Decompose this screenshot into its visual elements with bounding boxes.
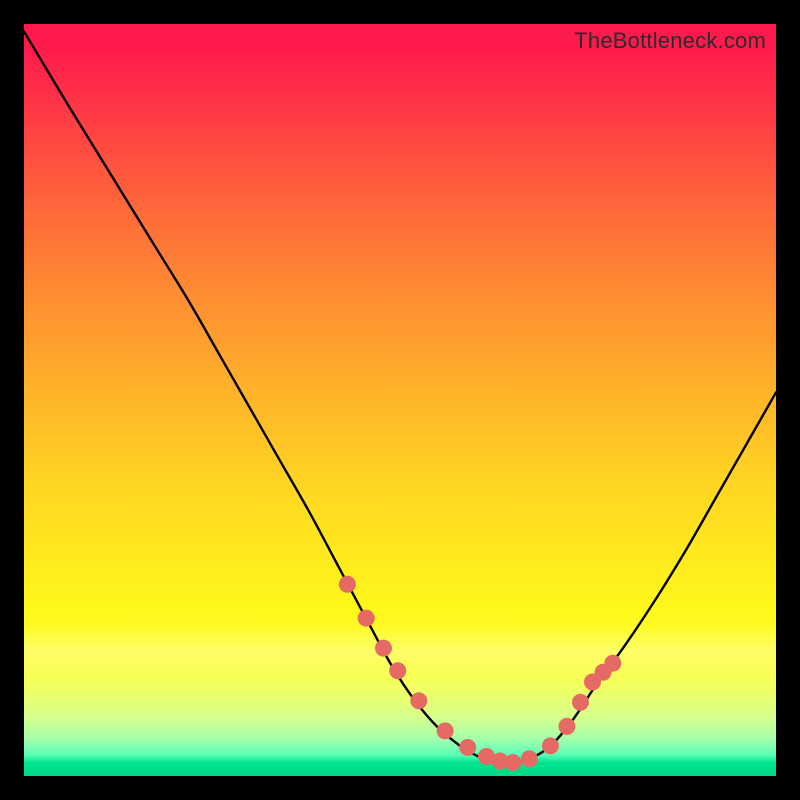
resolution-markers xyxy=(339,576,621,771)
marker-dot xyxy=(389,662,406,679)
chart-container: TheBottleneck.com xyxy=(0,0,800,800)
marker-dot xyxy=(358,610,375,627)
plot-area: TheBottleneck.com xyxy=(24,24,776,776)
marker-dot xyxy=(339,576,356,593)
marker-dot xyxy=(437,722,454,739)
marker-dot xyxy=(375,640,392,657)
marker-dot xyxy=(459,739,476,756)
curve-layer xyxy=(24,24,776,776)
bottleneck-curve xyxy=(24,32,776,764)
marker-dot xyxy=(504,754,521,771)
watermark-text: TheBottleneck.com xyxy=(574,28,766,54)
marker-dot xyxy=(558,718,575,735)
marker-dot xyxy=(542,737,559,754)
marker-dot xyxy=(604,655,621,672)
marker-dot xyxy=(410,692,427,709)
marker-dot xyxy=(572,694,589,711)
marker-dot xyxy=(521,750,538,767)
